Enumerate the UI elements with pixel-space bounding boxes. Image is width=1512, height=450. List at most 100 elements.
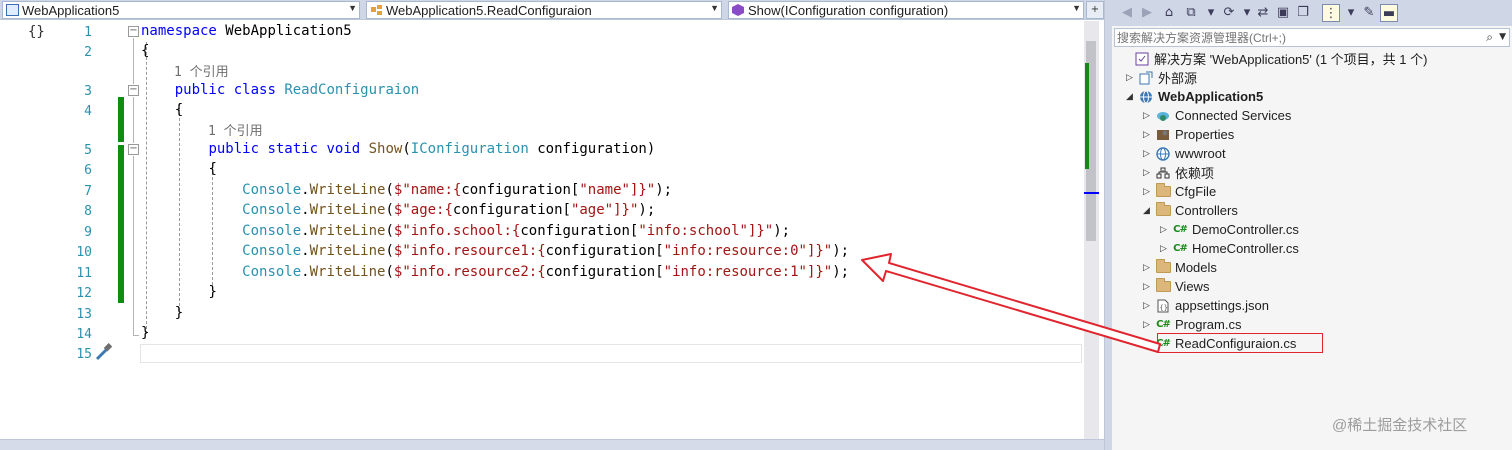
expand-arrow-icon[interactable]: ▷ bbox=[1141, 186, 1152, 197]
code-line: Console.WriteLine($"name:{configuration[… bbox=[242, 182, 673, 198]
tree-item-connected-services[interactable]: ▷ Connected Services bbox=[1141, 106, 1291, 125]
line-number: 7 bbox=[84, 184, 92, 199]
expand-arrow-icon[interactable]: ▷ bbox=[1141, 262, 1152, 273]
collapse-all-icon[interactable]: ▣ bbox=[1274, 4, 1292, 22]
line-number: 3 bbox=[84, 84, 92, 99]
tree-item-cfgfile[interactable]: ▷ CfgFile bbox=[1141, 182, 1216, 201]
csharp-file-icon: C# bbox=[1173, 243, 1188, 254]
expand-arrow-icon[interactable]: ▷ bbox=[1141, 110, 1152, 121]
brace: { bbox=[174, 102, 184, 118]
string-literal: ]}" bbox=[806, 243, 833, 259]
expand-arrow-icon[interactable]: ▷ bbox=[1124, 72, 1135, 83]
keyword: void bbox=[326, 141, 361, 157]
quick-actions-icon[interactable]: {} bbox=[28, 24, 45, 40]
chevron-down-icon[interactable]: ▼ bbox=[1499, 29, 1506, 46]
string-literal: $"info.resource2:{ bbox=[393, 264, 546, 280]
expand-arrow-icon[interactable]: ▷ bbox=[1158, 243, 1169, 254]
tree-item-label: Controllers bbox=[1175, 203, 1238, 218]
code-line: { bbox=[141, 161, 216, 177]
codelens-references[interactable]: 1 个引用 bbox=[174, 61, 229, 80]
tracking-icon[interactable]: ⋮ bbox=[1322, 4, 1340, 22]
tree-item-views[interactable]: ▷ Views bbox=[1141, 277, 1209, 296]
tree-item-homecontroller[interactable]: ▷ C# HomeController.cs bbox=[1158, 239, 1299, 258]
outline-line bbox=[133, 156, 134, 336]
pending-changes-icon[interactable]: ▾ bbox=[1202, 4, 1220, 22]
tree-item-appsettings[interactable]: ▷ {} appsettings.json bbox=[1141, 296, 1269, 315]
string-literal: $"name:{ bbox=[393, 182, 462, 198]
brace: } bbox=[174, 305, 184, 321]
search-icon[interactable]: ⌕ bbox=[1486, 29, 1493, 46]
keyword: static bbox=[267, 141, 319, 157]
string-literal: $"info.resource1:{ bbox=[393, 243, 546, 259]
home-icon[interactable]: ⌂ bbox=[1160, 4, 1178, 22]
change-marker bbox=[118, 97, 124, 142]
keyword: public bbox=[174, 82, 226, 98]
tree-item-project[interactable]: ◢ WebApplication5 bbox=[1124, 87, 1263, 106]
line-number: 2 bbox=[84, 45, 92, 60]
scrollbar-change-marker bbox=[1085, 63, 1089, 169]
expand-arrow-icon[interactable]: ▷ bbox=[1141, 338, 1152, 349]
code-line: { bbox=[141, 43, 149, 59]
expand-arrow-icon[interactable]: ▷ bbox=[1141, 281, 1152, 292]
tree-item-label: 解决方案 'WebApplication5' (1 个项目，共 1 个) bbox=[1154, 52, 1428, 67]
type-name: Console bbox=[242, 264, 302, 280]
svg-text:{}: {} bbox=[1160, 304, 1168, 312]
brace: { bbox=[141, 43, 150, 59]
annotation-highlight-box bbox=[1157, 333, 1323, 353]
collapse-toggle[interactable]: − bbox=[128, 144, 139, 155]
tree-item-label: Connected Services bbox=[1175, 108, 1292, 123]
string-literal: $"info.school:{ bbox=[393, 223, 521, 239]
tree-item-democontroller[interactable]: ▷ C# DemoController.cs bbox=[1158, 220, 1299, 239]
external-sources-icon bbox=[1138, 70, 1154, 86]
tree-item-label: WebApplication5 bbox=[1158, 89, 1264, 104]
member-dropdown[interactable]: Show(IConfiguration configuration) ▼ bbox=[728, 1, 1084, 19]
tree-item-models[interactable]: ▷ Models bbox=[1141, 258, 1217, 277]
expand-arrow-icon[interactable]: ▷ bbox=[1141, 129, 1152, 140]
back-icon[interactable]: ◀ bbox=[1118, 4, 1136, 22]
indexer-object: configuration bbox=[461, 182, 571, 198]
web-project-icon bbox=[1138, 89, 1154, 105]
history-icon[interactable]: ⟳ bbox=[1220, 4, 1238, 22]
tree-item-external-sources[interactable]: ▷ 外部源 bbox=[1124, 68, 1197, 87]
sync-icon[interactable]: ⇄ bbox=[1254, 4, 1272, 22]
tree-item-label: Views bbox=[1175, 279, 1210, 294]
split-editor-button[interactable]: + bbox=[1086, 1, 1104, 19]
string-literal: "info:school" bbox=[638, 223, 748, 239]
line-number: 12 bbox=[76, 286, 92, 301]
code-editor[interactable]: {} 1 2 3 4 5 6 7 8 9 10 11 12 13 14 15 −… bbox=[0, 21, 1098, 439]
codelens-references[interactable]: 1 个引用 bbox=[208, 120, 263, 139]
forward-icon[interactable]: ▶ bbox=[1138, 4, 1156, 22]
chevron-down-icon: ▼ bbox=[348, 3, 357, 13]
project-dropdown[interactable]: WebApplication5 ▼ bbox=[2, 1, 360, 19]
expand-arrow-icon[interactable]: ▷ bbox=[1141, 300, 1152, 311]
solution-explorer-search[interactable]: ⌕ ▼ bbox=[1114, 28, 1510, 47]
collapse-toggle[interactable]: − bbox=[128, 85, 139, 96]
preview-icon[interactable]: ▬ bbox=[1380, 4, 1398, 22]
screwdriver-icon[interactable] bbox=[93, 343, 115, 361]
class-dropdown[interactable]: WebApplication5.ReadConfiguraion ▼ bbox=[366, 1, 722, 19]
collapse-toggle[interactable]: − bbox=[128, 26, 139, 37]
expand-arrow-icon[interactable]: ▷ bbox=[1141, 319, 1152, 330]
search-input[interactable] bbox=[1117, 29, 1477, 46]
tree-item-controllers[interactable]: ◢ Controllers bbox=[1141, 201, 1238, 220]
tree-item-label: CfgFile bbox=[1175, 184, 1217, 199]
expand-arrow-icon[interactable]: ▷ bbox=[1141, 167, 1152, 178]
change-marker bbox=[118, 145, 124, 303]
show-all-files-icon[interactable]: ❐ bbox=[1294, 4, 1312, 22]
editor-vertical-scrollbar[interactable] bbox=[1084, 21, 1099, 439]
tree-item-dependencies[interactable]: ▷ 依赖项 bbox=[1141, 163, 1214, 182]
switch-views-icon[interactable]: ⧉ bbox=[1182, 4, 1200, 22]
collapse-arrow-icon[interactable]: ◢ bbox=[1141, 205, 1152, 216]
expand-arrow-icon[interactable]: ▷ bbox=[1158, 224, 1169, 235]
type-name: IConfiguration bbox=[410, 141, 529, 157]
tree-item-solution[interactable]: 解决方案 'WebApplication5' (1 个项目，共 1 个) bbox=[1120, 49, 1427, 68]
panel-splitter[interactable] bbox=[1104, 0, 1112, 450]
tree-item-properties[interactable]: ▷ Properties bbox=[1141, 125, 1234, 144]
watermark: @稀土掘金技术社区 bbox=[1332, 417, 1468, 434]
expand-arrow-icon[interactable]: ▷ bbox=[1141, 148, 1152, 159]
tree-item-wwwroot[interactable]: ▷ wwwroot bbox=[1141, 144, 1226, 163]
wrench-icon[interactable]: ✎ bbox=[1360, 4, 1378, 22]
collapse-arrow-icon[interactable]: ◢ bbox=[1124, 91, 1135, 102]
dropdown-icon[interactable]: ▾ bbox=[1342, 4, 1360, 22]
tree-item-program[interactable]: ▷ C# Program.cs bbox=[1141, 315, 1241, 334]
